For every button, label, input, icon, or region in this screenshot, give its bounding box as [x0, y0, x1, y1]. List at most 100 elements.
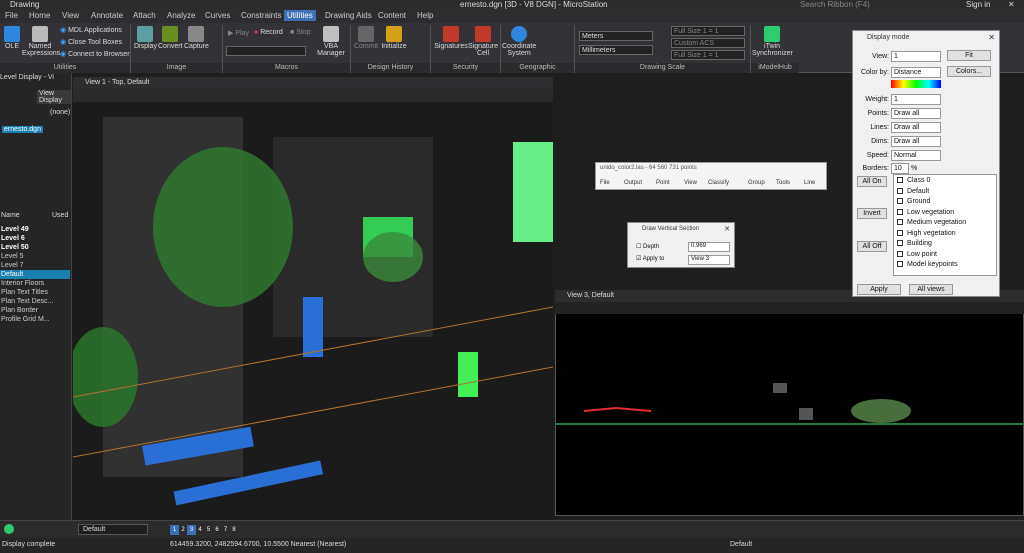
close-icon[interactable]: ✕ [1008, 0, 1015, 9]
connect-to-browser-button[interactable]: ◉ Connect to Browser [60, 50, 130, 58]
all-on-button[interactable]: All On [857, 176, 887, 187]
vba-manager-button[interactable]: VBA Manager [316, 26, 346, 57]
itwin-synchronizer-button[interactable]: iTwin Synchronizer [752, 26, 793, 57]
depth-checkbox[interactable]: ☐ Depth [636, 243, 659, 250]
class-item[interactable]: Ground [897, 198, 930, 205]
view-toggle-button[interactable]: 8 [230, 525, 239, 535]
drawing-scale-select[interactable]: Full Size 1 = 1 [671, 50, 745, 60]
layer-row[interactable]: Level 7 [0, 261, 70, 270]
all-views-button[interactable]: All views [909, 284, 953, 295]
macro-select[interactable] [226, 46, 306, 56]
point-cloud-menu-item[interactable]: Tools [776, 180, 790, 186]
display-image-button[interactable]: Display [134, 26, 157, 50]
layer-row[interactable]: Interior Floors [0, 279, 70, 288]
sub-units-select[interactable]: Millimeters [579, 45, 653, 55]
record-macro-button[interactable]: ● Record [254, 29, 283, 36]
invert-button[interactable]: Invert [857, 208, 887, 219]
menu-home[interactable]: Home [26, 10, 53, 21]
accudraw-icon[interactable] [4, 524, 14, 534]
weight-select[interactable]: 1 [891, 94, 941, 105]
dims-select[interactable]: Draw all [891, 136, 941, 147]
class-item[interactable]: High vegetation [897, 230, 956, 237]
signin-link[interactable]: Sign in [966, 0, 990, 9]
speed-select[interactable]: Normal [891, 150, 941, 161]
view-display-button[interactable]: View Display [37, 90, 71, 104]
capture-image-button[interactable]: Capture [184, 26, 209, 50]
menu-constraints[interactable]: Constraints [238, 10, 284, 21]
col-used[interactable]: Used [52, 212, 68, 219]
borders-input[interactable]: 10 [891, 163, 909, 174]
layer-row[interactable]: Level 50 [0, 243, 70, 252]
apply-button[interactable]: Apply [857, 284, 901, 295]
layer-row[interactable]: Plan Border [0, 306, 70, 315]
app-menu[interactable]: Drawing [10, 0, 39, 9]
mdl-applications-button[interactable]: ◉ MDL Applications [60, 26, 122, 34]
named-expressions-button[interactable]: Named Expressions [22, 26, 60, 57]
view1-viewport[interactable] [68, 77, 554, 525]
menu-drawing-aids[interactable]: Drawing Aids [322, 10, 375, 21]
class-checkbox[interactable] [897, 240, 903, 247]
signatures-button[interactable]: Signatures [434, 26, 468, 50]
menu-file[interactable]: File [2, 10, 21, 21]
fit-button[interactable]: Fit [947, 50, 991, 61]
commit-button[interactable]: Commit [352, 26, 380, 50]
close-tool-boxes-button[interactable]: ◉ Close Tool Boxes [60, 38, 122, 46]
ole-button[interactable]: OLE [2, 26, 22, 50]
coordinate-system-button[interactable]: Coordinate System [502, 26, 536, 57]
menu-analyze[interactable]: Analyze [164, 10, 198, 21]
menu-utilities[interactable]: Utilities [284, 10, 316, 21]
all-off-button[interactable]: All Off [857, 241, 887, 252]
filter-none[interactable]: (none) [50, 109, 70, 116]
point-cloud-menu-item[interactable]: File [600, 180, 610, 186]
search-ribbon-input[interactable]: Search Ribbon (F4) [800, 0, 870, 9]
points-select[interactable]: Draw all [891, 108, 941, 119]
class-checkbox[interactable] [897, 198, 903, 205]
apply-to-checkbox[interactable]: ☑ Apply to [636, 255, 664, 262]
view3-viewport[interactable] [555, 290, 1024, 516]
class-checkbox[interactable] [897, 261, 903, 268]
annotation-scale-select[interactable]: Full Size 1 = 1 [671, 26, 745, 36]
class-item[interactable]: Default [897, 188, 929, 195]
class-item[interactable]: Model keypoints [897, 261, 958, 268]
layer-row[interactable]: Level 6 [0, 234, 70, 243]
class-checkbox[interactable] [897, 177, 903, 184]
menu-view[interactable]: View [59, 10, 82, 21]
class-item[interactable]: Low point [897, 251, 937, 258]
convert-image-button[interactable]: Convert [158, 26, 183, 50]
menu-curves[interactable]: Curves [202, 10, 233, 21]
menu-content[interactable]: Content [375, 10, 409, 21]
view3-toolbar[interactable] [555, 302, 1024, 314]
point-cloud-menu-item[interactable]: Output [624, 180, 642, 186]
depth-input[interactable]: 0.969 [688, 242, 730, 252]
point-cloud-menu-item[interactable]: Classify [708, 180, 729, 186]
class-checkbox[interactable] [897, 187, 903, 194]
layer-row[interactable]: Plan Text Titles [0, 288, 70, 297]
point-cloud-menu-item[interactable]: Line [804, 180, 815, 186]
layer-row[interactable]: Profile Grid M... [0, 315, 70, 324]
layer-row[interactable]: Default [0, 270, 70, 279]
view1-toolbar[interactable] [73, 89, 553, 102]
layer-row[interactable]: Plan Text Desc... [0, 297, 70, 306]
colors-button[interactable]: Colors... [947, 66, 991, 77]
menu-attach[interactable]: Attach [130, 10, 159, 21]
lines-select[interactable]: Draw all [891, 122, 941, 133]
stop-macro-button[interactable]: ■ Stop [290, 29, 311, 36]
class-item[interactable]: Medium vegetation [897, 219, 966, 226]
file-node[interactable]: ernesto.dgn [2, 126, 43, 133]
view-select[interactable]: 1 [891, 51, 941, 62]
apply-to-select[interactable]: View 3 [688, 255, 730, 265]
acs-select[interactable]: Custom ACS [671, 38, 745, 48]
col-name[interactable]: Name [1, 212, 20, 219]
play-macro-button[interactable]: ▶ Play [228, 29, 249, 37]
class-checkbox[interactable] [897, 219, 903, 226]
layer-row[interactable]: Level 5 [0, 252, 70, 261]
close-icon[interactable]: ✕ [988, 33, 995, 42]
master-units-select[interactable]: Meters [579, 31, 653, 41]
signature-cell-button[interactable]: Signature Cell [468, 26, 498, 57]
class-item[interactable]: Building [897, 240, 932, 247]
class-checkbox[interactable] [897, 229, 903, 236]
menu-annotate[interactable]: Annotate [88, 10, 126, 21]
close-icon[interactable]: ✕ [724, 225, 730, 233]
class-item[interactable]: Low vegetation [897, 209, 954, 216]
initialize-button[interactable]: Initialize [380, 26, 408, 50]
